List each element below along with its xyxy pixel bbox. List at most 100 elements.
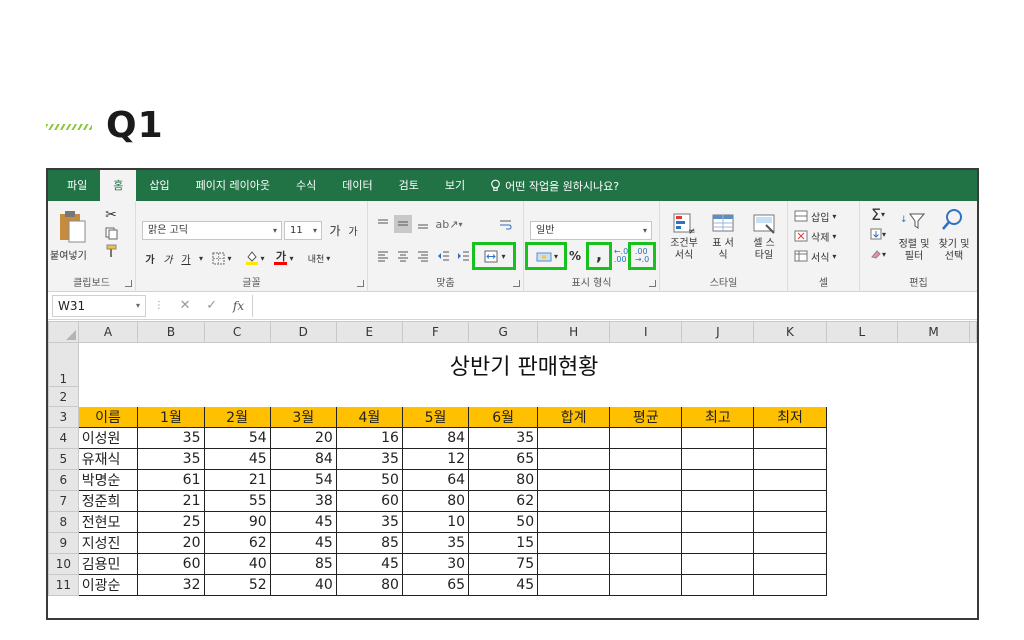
cell[interactable] bbox=[826, 449, 898, 470]
value-cell[interactable]: 55 bbox=[203, 490, 271, 512]
value-cell[interactable]: 85 bbox=[269, 553, 337, 575]
value-cell[interactable]: 25 bbox=[137, 511, 205, 533]
empty-result-cell[interactable] bbox=[753, 511, 827, 533]
header-cell[interactable]: 3월 bbox=[269, 406, 337, 428]
row-header-10[interactable]: 10 bbox=[48, 553, 79, 575]
empty-result-cell[interactable] bbox=[537, 511, 611, 533]
autosum-icon[interactable]: Σ ▾ bbox=[866, 205, 890, 224]
cell[interactable] bbox=[898, 512, 970, 533]
cancel-icon[interactable]: ✕ bbox=[180, 298, 191, 313]
row-header-11[interactable]: 11 bbox=[48, 574, 79, 596]
value-cell[interactable]: 21 bbox=[203, 469, 271, 491]
header-cell[interactable]: 6월 bbox=[468, 406, 539, 428]
font-name-combo[interactable]: 맑은 고딕 ▾ bbox=[142, 221, 282, 240]
align-center-icon[interactable] bbox=[394, 247, 412, 265]
tab-view[interactable]: 보기 bbox=[432, 170, 478, 201]
number-launcher[interactable] bbox=[649, 280, 656, 287]
cell[interactable] bbox=[826, 470, 898, 491]
cell[interactable] bbox=[826, 491, 898, 512]
value-cell[interactable]: 40 bbox=[203, 553, 271, 575]
select-all-corner[interactable] bbox=[48, 321, 79, 343]
value-cell[interactable]: 40 bbox=[269, 574, 337, 596]
name-cell[interactable]: 지성진 bbox=[77, 532, 139, 554]
column-header-l[interactable]: L bbox=[825, 321, 899, 343]
value-cell[interactable]: 35 bbox=[401, 532, 470, 554]
empty-result-cell[interactable] bbox=[681, 532, 755, 554]
value-cell[interactable]: 35 bbox=[468, 427, 539, 449]
font-launcher[interactable] bbox=[357, 280, 364, 287]
insert-function-icon[interactable]: fx bbox=[233, 299, 244, 313]
value-cell[interactable]: 35 bbox=[335, 448, 403, 470]
header-cell[interactable]: 최저 bbox=[753, 406, 827, 428]
empty-result-cell[interactable] bbox=[753, 448, 827, 470]
value-cell[interactable]: 80 bbox=[468, 469, 539, 491]
alignment-launcher[interactable] bbox=[513, 280, 520, 287]
tab-formulas[interactable]: 수식 bbox=[283, 170, 329, 201]
tab-file[interactable]: 파일 bbox=[54, 170, 100, 201]
decrease-indent-icon[interactable] bbox=[434, 247, 452, 265]
header-cell[interactable]: 평균 bbox=[609, 406, 683, 428]
empty-result-cell[interactable] bbox=[753, 532, 827, 554]
empty-result-cell[interactable] bbox=[681, 574, 755, 596]
name-box[interactable]: W31 ▾ bbox=[52, 294, 146, 317]
header-cell[interactable]: 5월 bbox=[401, 406, 470, 428]
cell[interactable] bbox=[898, 575, 970, 596]
format-as-table-button[interactable]: 표 서식 bbox=[704, 207, 742, 267]
column-header-i[interactable]: I bbox=[609, 321, 683, 343]
name-cell[interactable]: 이광순 bbox=[77, 574, 139, 596]
value-cell[interactable]: 21 bbox=[137, 490, 205, 512]
empty-result-cell[interactable] bbox=[537, 532, 611, 554]
cell[interactable] bbox=[826, 387, 898, 407]
delete-cells-button[interactable]: 삭제 ▾ bbox=[794, 227, 856, 245]
value-cell[interactable]: 54 bbox=[269, 469, 337, 491]
grow-font-button[interactable]: 가 bbox=[326, 221, 344, 239]
cell[interactable] bbox=[898, 428, 970, 449]
align-right-icon[interactable] bbox=[414, 247, 432, 265]
empty-result-cell[interactable] bbox=[681, 448, 755, 470]
number-format-combo[interactable]: 일반 ▾ bbox=[530, 221, 652, 240]
value-cell[interactable]: 45 bbox=[203, 448, 271, 470]
empty-result-cell[interactable] bbox=[609, 448, 683, 470]
value-cell[interactable]: 50 bbox=[468, 511, 539, 533]
percent-button[interactable]: % bbox=[566, 247, 584, 265]
fill-icon[interactable]: ▾ bbox=[866, 225, 890, 243]
empty-result-cell[interactable] bbox=[537, 553, 611, 575]
name-cell[interactable]: 박명순 bbox=[77, 469, 139, 491]
column-header-e[interactable]: E bbox=[335, 321, 403, 343]
find-select-icon[interactable] bbox=[932, 205, 972, 235]
clipboard-launcher[interactable] bbox=[125, 280, 132, 287]
value-cell[interactable]: 61 bbox=[137, 469, 205, 491]
cell[interactable] bbox=[336, 387, 402, 407]
column-header-a[interactable]: A bbox=[77, 321, 139, 343]
cell[interactable] bbox=[138, 387, 204, 407]
value-cell[interactable]: 30 bbox=[401, 553, 470, 575]
bold-button[interactable]: 가 bbox=[142, 249, 158, 267]
row-header-3[interactable]: 3 bbox=[48, 406, 79, 428]
empty-result-cell[interactable] bbox=[681, 511, 755, 533]
cell[interactable] bbox=[204, 387, 270, 407]
empty-result-cell[interactable] bbox=[753, 469, 827, 491]
paste-button[interactable] bbox=[52, 207, 92, 247]
cell[interactable] bbox=[898, 533, 970, 554]
value-cell[interactable]: 90 bbox=[203, 511, 271, 533]
cell[interactable] bbox=[826, 428, 898, 449]
empty-result-cell[interactable] bbox=[609, 574, 683, 596]
cell[interactable] bbox=[898, 407, 970, 428]
value-cell[interactable]: 35 bbox=[137, 448, 205, 470]
tab-insert[interactable]: 삽입 bbox=[136, 170, 182, 201]
clear-icon[interactable]: ▾ bbox=[866, 245, 890, 263]
value-cell[interactable]: 62 bbox=[203, 532, 271, 554]
header-cell[interactable]: 4월 bbox=[335, 406, 403, 428]
empty-result-cell[interactable] bbox=[537, 469, 611, 491]
cell[interactable] bbox=[826, 407, 898, 428]
value-cell[interactable]: 45 bbox=[335, 553, 403, 575]
cell[interactable] bbox=[78, 387, 138, 407]
enter-icon[interactable]: ✓ bbox=[206, 298, 217, 313]
header-cell[interactable]: 합계 bbox=[537, 406, 611, 428]
cell[interactable] bbox=[826, 512, 898, 533]
row-header-9[interactable]: 9 bbox=[48, 532, 79, 554]
middle-align-icon[interactable] bbox=[394, 215, 412, 233]
wrap-text-icon[interactable] bbox=[496, 215, 514, 233]
align-left-icon[interactable] bbox=[374, 247, 392, 265]
name-cell[interactable]: 유재식 bbox=[77, 448, 139, 470]
